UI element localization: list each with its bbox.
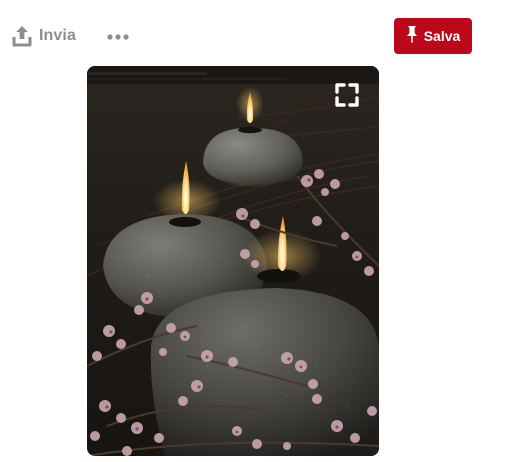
ellipsis-icon [107,27,129,45]
pin-image[interactable] [87,66,379,456]
candles-photo [87,66,379,456]
upload-icon [12,25,32,47]
pin-closeup-page: Invia Salva [0,0,523,462]
more-options-button[interactable] [104,24,132,48]
expand-fullscreen-icon [335,82,359,112]
save-label: Salva [423,28,461,44]
expand-button[interactable] [331,81,363,113]
save-button[interactable]: Salva [394,18,472,54]
pin-action-bar: Invia Salva [0,0,523,72]
pushpin-icon [406,25,418,48]
send-label: Invia [39,27,76,44]
send-button[interactable]: Invia [12,22,76,50]
